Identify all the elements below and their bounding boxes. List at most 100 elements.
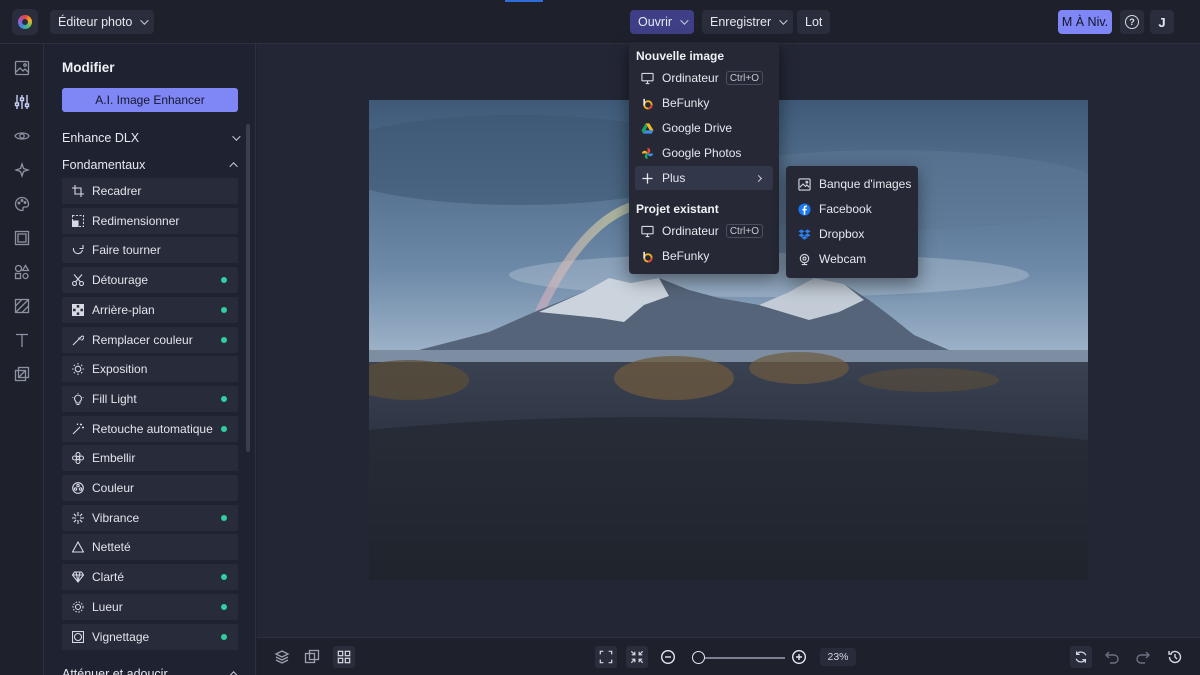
menu-item-existing-computer[interactable]: Ordinateur Ctrl+O: [635, 219, 773, 243]
tool-label: Netteté: [92, 540, 131, 554]
tool-label: Vibrance: [92, 511, 140, 525]
upgrade-button[interactable]: M À Niv.: [1058, 10, 1112, 34]
logo-ring-icon: [18, 15, 32, 29]
compare-icon[interactable]: [303, 648, 321, 666]
top-bar: Éditeur photo Ouvrir Enregistrer Lot M À…: [0, 0, 1200, 44]
fit-to-screen-icon[interactable]: [626, 646, 648, 668]
texture-icon[interactable]: [14, 298, 30, 314]
zoom-slider-handle[interactable]: [692, 651, 705, 664]
shortcut-hint: Ctrl+O: [725, 71, 763, 85]
layers-icon[interactable]: [273, 648, 291, 666]
history-icon[interactable]: [1166, 648, 1184, 666]
text-icon[interactable]: [14, 332, 30, 348]
menu-item-befunky[interactable]: BeFunky: [635, 91, 773, 115]
diamond-icon: [72, 571, 84, 583]
menu-item-more[interactable]: Plus: [635, 166, 773, 190]
submenu-item-label: Webcam: [819, 252, 867, 266]
menu-item-computer[interactable]: Ordinateur Ctrl+O: [635, 66, 773, 90]
new-feature-dot: [221, 426, 227, 432]
undo-icon[interactable]: [1103, 648, 1121, 666]
tool-redimensionner[interactable]: Redimensionner: [62, 208, 238, 234]
avatar[interactable]: J: [1150, 10, 1174, 34]
sharpen-icon: [72, 541, 84, 553]
reset-refresh-icon[interactable]: [1070, 646, 1092, 668]
frame-icon[interactable]: [14, 230, 30, 246]
tool-clarté[interactable]: Clarté: [62, 564, 238, 590]
submenu-item-label: Banque d'images: [819, 177, 912, 191]
tool-label: Exposition: [92, 362, 148, 376]
edit-panel: Modifier A.I. Image Enhancer Enhance DLX…: [44, 44, 256, 675]
graphics-shapes-icon[interactable]: [14, 264, 30, 280]
open-button-label: Ouvrir: [638, 15, 673, 29]
tool-arrière-plan[interactable]: Arrière-plan: [62, 297, 238, 323]
help-button[interactable]: ?: [1120, 10, 1144, 34]
submenu-item-dropbox[interactable]: Dropbox: [792, 222, 916, 246]
vibrance-icon: [72, 512, 84, 524]
tool-label: Détourage: [92, 273, 149, 287]
tool-lueur[interactable]: Lueur: [62, 594, 238, 620]
editor-dropdown[interactable]: Éditeur photo: [50, 10, 155, 34]
tool-exposition[interactable]: Exposition: [62, 356, 238, 382]
new-feature-dot: [221, 634, 227, 640]
section-label: Enhance DLX: [62, 131, 140, 145]
new-feature-dot: [221, 307, 227, 313]
tool-faire-tourner[interactable]: Faire tourner: [62, 237, 238, 263]
submenu-item-image-bank[interactable]: Banque d'images: [792, 172, 916, 196]
tool-embellir[interactable]: Embellir: [62, 445, 238, 471]
tool-détourage[interactable]: Détourage: [62, 267, 238, 293]
tool-retouche-automatique[interactable]: Retouche automatique: [62, 416, 238, 442]
zoom-slider-track[interactable]: [693, 657, 785, 659]
image-bank-icon: [798, 177, 811, 191]
tool-netteté[interactable]: Netteté: [62, 534, 238, 560]
new-feature-dot: [221, 515, 227, 521]
tool-couleur[interactable]: Couleur: [62, 475, 238, 501]
palette-icon[interactable]: [14, 196, 30, 212]
batch-button[interactable]: Lot: [797, 10, 831, 34]
tool-fill-light[interactable]: Fill Light: [62, 386, 238, 412]
ai-image-enhancer-button[interactable]: A.I. Image Enhancer: [62, 88, 238, 112]
save-button[interactable]: Enregistrer: [702, 10, 794, 34]
tool-label: Fill Light: [92, 392, 137, 406]
fullscreen-icon[interactable]: [595, 646, 617, 668]
section-attenuer[interactable]: Atténuer et adoucir: [62, 664, 238, 675]
tool-label: Clarté: [92, 570, 125, 584]
befunky-logo[interactable]: [12, 9, 38, 35]
section-label: Fondamentaux: [62, 158, 146, 172]
tool-label: Lueur: [92, 600, 123, 614]
tool-remplacer-couleur[interactable]: Remplacer couleur: [62, 327, 238, 353]
image-icon[interactable]: [14, 60, 30, 76]
open-dropdown-menu: Nouvelle image Ordinateur Ctrl+O BeFunky…: [629, 42, 779, 274]
eye-icon[interactable]: [14, 128, 30, 144]
section-label: Atténuer et adoucir: [62, 667, 168, 675]
rotate-icon: [72, 244, 84, 256]
tool-recadrer[interactable]: Recadrer: [62, 178, 238, 204]
tool-vignettage[interactable]: Vignettage: [62, 624, 238, 650]
menu-item-label: BeFunky: [662, 249, 710, 263]
zoom-out-icon[interactable]: [659, 648, 677, 666]
tool-label: Faire tourner: [92, 243, 161, 257]
new-feature-dot: [221, 337, 227, 343]
bottom-toolbar: 23%: [257, 637, 1200, 675]
menu-item-existing-befunky[interactable]: BeFunky: [635, 244, 773, 268]
layers-overlay-icon[interactable]: [14, 366, 30, 382]
menu-item-google-photos[interactable]: Google Photos: [635, 141, 773, 165]
panel-scrollbar[interactable]: [246, 124, 250, 452]
open-button[interactable]: Ouvrir: [630, 10, 695, 34]
sparkle-effects-icon[interactable]: [14, 162, 30, 178]
submenu-item-facebook[interactable]: Facebook: [792, 197, 916, 221]
tool-label: Remplacer couleur: [92, 333, 193, 347]
submenu-item-webcam[interactable]: Webcam: [792, 247, 916, 271]
webcam-icon: [798, 253, 811, 266]
adjust-sliders-icon[interactable]: [14, 94, 30, 110]
zoom-in-icon[interactable]: [790, 648, 808, 666]
grid-view-icon[interactable]: [333, 646, 355, 668]
submenu-item-label: Facebook: [819, 202, 872, 216]
zoom-percent[interactable]: 23%: [820, 648, 856, 666]
menu-item-google-drive[interactable]: Google Drive: [635, 116, 773, 140]
tool-vibrance[interactable]: Vibrance: [62, 505, 238, 531]
section-fondamentaux[interactable]: Fondamentaux: [62, 155, 238, 175]
section-enhance-dlx[interactable]: Enhance DLX: [62, 128, 241, 148]
more-submenu: Banque d'images Facebook Dropbox Webcam: [786, 166, 918, 278]
redo-icon[interactable]: [1134, 648, 1152, 666]
tool-rail: [0, 44, 44, 675]
